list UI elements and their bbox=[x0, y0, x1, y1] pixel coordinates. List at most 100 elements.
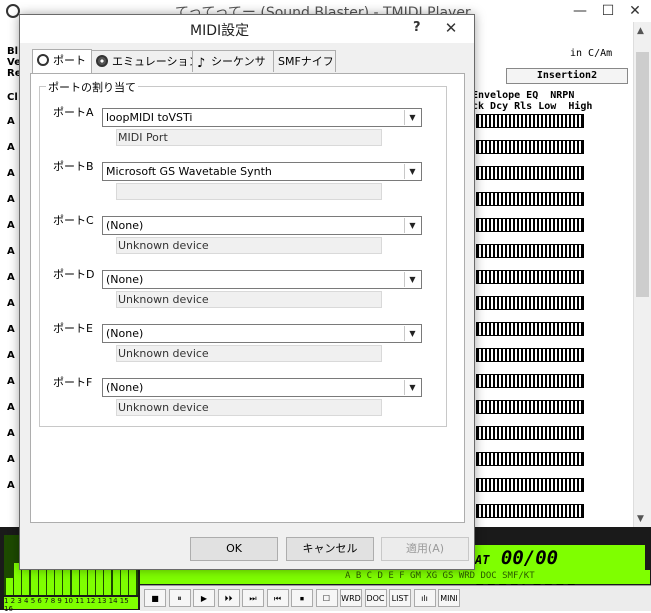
tab-emulation-label: エミュレーション bbox=[112, 55, 200, 68]
stop-button[interactable]: ■ bbox=[144, 589, 166, 607]
port-icon bbox=[37, 54, 49, 66]
channel-numbers: 1 2 3 4 5 6 7 8 9 10 11 12 13 14 15 16 bbox=[4, 597, 138, 613]
tab-sequencer-label: シーケンサ bbox=[211, 55, 266, 68]
cancel-button[interactable]: キャンセル bbox=[286, 537, 374, 561]
scroll-up-icon[interactable]: ▲ bbox=[637, 26, 644, 36]
port-c-select[interactable]: (None) ▼ bbox=[102, 216, 422, 235]
port-b-label: ポートB bbox=[53, 160, 94, 173]
channel-letter: A bbox=[7, 168, 15, 179]
port-b-value: Microsoft GS Wavetable Synth bbox=[106, 165, 272, 178]
port-a-label: ポートA bbox=[53, 106, 94, 119]
channel-panel: in C/Am Insertion2 Envelope EQ NRPN ck D… bbox=[470, 22, 651, 527]
pause-button[interactable]: ⏸ bbox=[168, 589, 191, 607]
channel-letter: A bbox=[7, 454, 15, 465]
doc-button[interactable]: DOC bbox=[364, 589, 387, 607]
eject-button[interactable]: ⏹ bbox=[291, 589, 313, 607]
chevron-down-icon[interactable]: ▼ bbox=[404, 326, 420, 341]
scroll-down-icon[interactable]: ▼ bbox=[637, 514, 644, 524]
piano-keyboard bbox=[476, 114, 584, 128]
dialog-close-button[interactable]: ✕ bbox=[434, 19, 468, 37]
channel-letter: A bbox=[7, 324, 15, 335]
prev-button[interactable]: ⏮ bbox=[266, 589, 289, 607]
channel-letter: A bbox=[7, 376, 15, 387]
music-note-icon: ♪ bbox=[197, 56, 206, 71]
piano-keyboard bbox=[476, 270, 584, 284]
dialog-titlebar: MIDI設定 ? ✕ bbox=[20, 15, 474, 43]
port-e-description: Unknown device bbox=[116, 345, 382, 362]
piano-keyboard bbox=[476, 348, 584, 362]
piano-keyboard bbox=[476, 478, 584, 492]
play-button[interactable]: ▶ bbox=[193, 589, 215, 607]
chevron-down-icon[interactable]: ▼ bbox=[404, 164, 420, 179]
chevron-down-icon[interactable]: ▼ bbox=[404, 380, 420, 395]
close-button[interactable]: ✕ bbox=[620, 0, 650, 22]
window-button[interactable]: ☐ bbox=[315, 589, 338, 607]
chevron-down-icon[interactable]: ▼ bbox=[404, 272, 420, 287]
wrd-button[interactable]: WRD bbox=[340, 589, 362, 607]
apply-button[interactable]: 適用(A) bbox=[381, 537, 469, 561]
channel-letter: A bbox=[7, 428, 15, 439]
port-assignment-group: ポートの割り当て ポートA loopMIDI toVSTi ▼ MIDI Por… bbox=[39, 79, 447, 427]
channel-letter: A bbox=[7, 272, 15, 283]
piano-keyboard bbox=[476, 166, 584, 180]
chevron-down-icon[interactable]: ▼ bbox=[404, 110, 420, 125]
port-d-description: Unknown device bbox=[116, 291, 382, 308]
help-button[interactable]: ? bbox=[413, 20, 421, 35]
port-tab-panel: ポートの割り当て ポートA loopMIDI toVSTi ▼ MIDI Por… bbox=[30, 73, 465, 523]
scroll-thumb[interactable] bbox=[636, 52, 649, 297]
channel-letter: Cl bbox=[7, 92, 18, 103]
port-b-description bbox=[116, 183, 382, 200]
piano-keyboard bbox=[476, 140, 584, 154]
channel-letter: A bbox=[7, 402, 15, 413]
column-header-1: Envelope EQ NRPN bbox=[472, 90, 575, 101]
tab-port-label: ポート bbox=[53, 54, 86, 67]
tab-port[interactable]: ポート bbox=[32, 49, 92, 73]
tab-smf-knife[interactable]: SMFナイフ bbox=[273, 50, 336, 72]
piano-keyboard bbox=[476, 374, 584, 388]
channel-letter: A bbox=[7, 246, 15, 257]
group-title: ポートの割り当て bbox=[46, 79, 138, 95]
vertical-scrollbar[interactable]: ▲ ▼ bbox=[633, 22, 651, 527]
piano-keyboard bbox=[476, 452, 584, 466]
port-f-select[interactable]: (None) ▼ bbox=[102, 378, 422, 397]
port-b-select[interactable]: Microsoft GS Wavetable Synth ▼ bbox=[102, 162, 422, 181]
port-e-value: (None) bbox=[106, 327, 144, 340]
midi-settings-dialog: MIDI設定 ? ✕ ポート エミュレーション ♪ シーケンサ SMFナイフ ポー… bbox=[19, 14, 475, 570]
ok-button[interactable]: OK bbox=[190, 537, 278, 561]
dialog-title: MIDI設定 bbox=[190, 23, 250, 39]
column-header-2: ck Dcy Rls Low High bbox=[472, 101, 593, 112]
list-button[interactable]: LIST bbox=[389, 589, 411, 607]
port-c-label: ポートC bbox=[53, 214, 94, 227]
port-d-value: (None) bbox=[106, 273, 144, 286]
channel-letter: A bbox=[7, 220, 15, 231]
mini-button[interactable]: MINI bbox=[438, 589, 460, 607]
maximize-button[interactable]: ☐ bbox=[593, 0, 623, 22]
indicator-text: A B C D E F GM XG GS WRD DOC SMF/KT bbox=[345, 571, 535, 581]
minimize-button[interactable]: — bbox=[565, 0, 595, 22]
piano-keyboard bbox=[476, 244, 584, 258]
indicator-strip: A B C D E F GM XG GS WRD DOC SMF/KT bbox=[140, 570, 650, 584]
piano-keyboard bbox=[476, 322, 584, 336]
tab-emulation[interactable]: エミュレーション bbox=[91, 50, 200, 72]
tab-sequencer[interactable]: ♪ シーケンサ bbox=[192, 50, 274, 72]
next-button[interactable]: ⏭ bbox=[242, 589, 264, 607]
channel-letter: A bbox=[7, 194, 15, 205]
port-a-select[interactable]: loopMIDI toVSTi ▼ bbox=[102, 108, 422, 127]
port-e-select[interactable]: (None) ▼ bbox=[102, 324, 422, 343]
channel-letter: A bbox=[7, 116, 15, 127]
spectrum-button[interactable]: ılı bbox=[413, 589, 436, 607]
piano-keyboard bbox=[476, 426, 584, 440]
fast-forward-button[interactable]: ⏵⏵ bbox=[217, 589, 240, 607]
channel-letter: Bl bbox=[7, 46, 19, 57]
tab-smf-knife-label: SMFナイフ bbox=[278, 55, 334, 68]
port-a-value: loopMIDI toVSTi bbox=[106, 111, 193, 124]
port-f-description: Unknown device bbox=[116, 399, 382, 416]
chevron-down-icon[interactable]: ▼ bbox=[404, 218, 420, 233]
port-f-value: (None) bbox=[106, 381, 144, 394]
app-icon bbox=[6, 4, 20, 18]
port-d-select[interactable]: (None) ▼ bbox=[102, 270, 422, 289]
port-a-description: MIDI Port bbox=[116, 129, 382, 146]
channel-letter: A bbox=[7, 298, 15, 309]
port-f-label: ポートF bbox=[53, 376, 93, 389]
channel-level-bar bbox=[6, 577, 13, 595]
